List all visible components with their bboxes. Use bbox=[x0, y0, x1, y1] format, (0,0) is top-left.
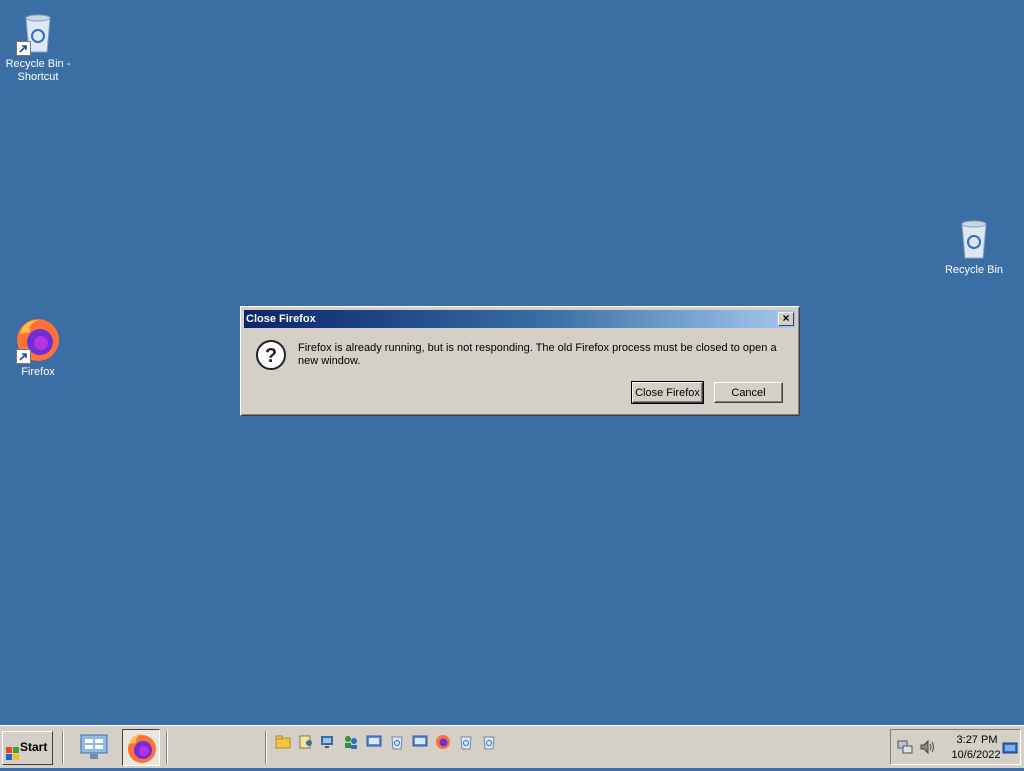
close-firefox-button[interactable]: Close Firefox bbox=[631, 381, 704, 404]
recycle-icon[interactable] bbox=[480, 733, 498, 751]
system-tray: 3:27 PM 10/6/2022 bbox=[890, 729, 1021, 765]
desktop-icon-recycle-bin[interactable]: Recycle Bin bbox=[936, 214, 1012, 277]
user-icon[interactable] bbox=[297, 733, 315, 751]
firefox-icon bbox=[14, 316, 62, 364]
remote-icon[interactable] bbox=[365, 733, 383, 751]
clock-time[interactable]: 3:27 PM bbox=[951, 734, 1003, 746]
shortcut-arrow-icon bbox=[16, 41, 31, 56]
server-manager-icon bbox=[80, 734, 108, 759]
start-button[interactable]: Start bbox=[2, 731, 53, 765]
explorer-icon[interactable] bbox=[274, 733, 292, 751]
network-tray-icon[interactable] bbox=[897, 739, 913, 755]
desktop-icon-firefox[interactable]: Firefox bbox=[0, 316, 76, 379]
svg-text:?: ? bbox=[265, 345, 277, 367]
taskbar-separator bbox=[166, 731, 168, 764]
recycle-icon[interactable] bbox=[457, 733, 475, 751]
server-manager-button[interactable] bbox=[76, 729, 114, 766]
show-desktop-icon[interactable] bbox=[1002, 740, 1018, 756]
desktop-icon-label: Firefox bbox=[21, 366, 55, 378]
start-label: Start bbox=[20, 740, 48, 754]
dialog-title: Close Firefox bbox=[246, 313, 316, 325]
clock-date[interactable]: 10/6/2022 bbox=[947, 749, 1005, 761]
taskbar-separator bbox=[62, 731, 64, 764]
desktop-icon-label: Recycle Bin - Shortcut bbox=[5, 58, 71, 83]
network-icon[interactable] bbox=[319, 733, 337, 751]
taskbar-separator bbox=[265, 731, 267, 764]
dialog-titlebar[interactable]: Close Firefox × bbox=[244, 310, 796, 328]
firefox-icon bbox=[128, 734, 156, 763]
close-icon[interactable]: × bbox=[778, 312, 794, 326]
close-firefox-dialog: Close Firefox × ? Firefox is already run… bbox=[240, 306, 800, 416]
windows-logo-icon bbox=[6, 741, 19, 760]
desktop-icon-recycle-bin-shortcut[interactable]: Recycle Bin - Shortcut bbox=[0, 8, 76, 84]
shortcut-arrow-icon bbox=[16, 349, 31, 364]
remote-icon[interactable] bbox=[411, 733, 429, 751]
people-icon[interactable] bbox=[342, 733, 360, 751]
volume-icon[interactable] bbox=[919, 739, 935, 755]
cancel-button[interactable]: Cancel bbox=[714, 382, 783, 403]
recycle-bin-icon bbox=[14, 8, 62, 56]
recycle-icon[interactable] bbox=[388, 733, 406, 751]
desktop-icon-label: Recycle Bin bbox=[944, 264, 1004, 276]
firefox-icon[interactable] bbox=[434, 733, 452, 751]
taskbar: Start 3:27 PM 10/6/2022 bbox=[0, 725, 1024, 768]
recycle-bin-icon bbox=[950, 214, 998, 262]
firefox-taskbar-button[interactable] bbox=[122, 729, 160, 766]
dialog-message: Firefox is already running, but is not r… bbox=[298, 342, 777, 367]
question-icon: ? bbox=[255, 339, 287, 371]
